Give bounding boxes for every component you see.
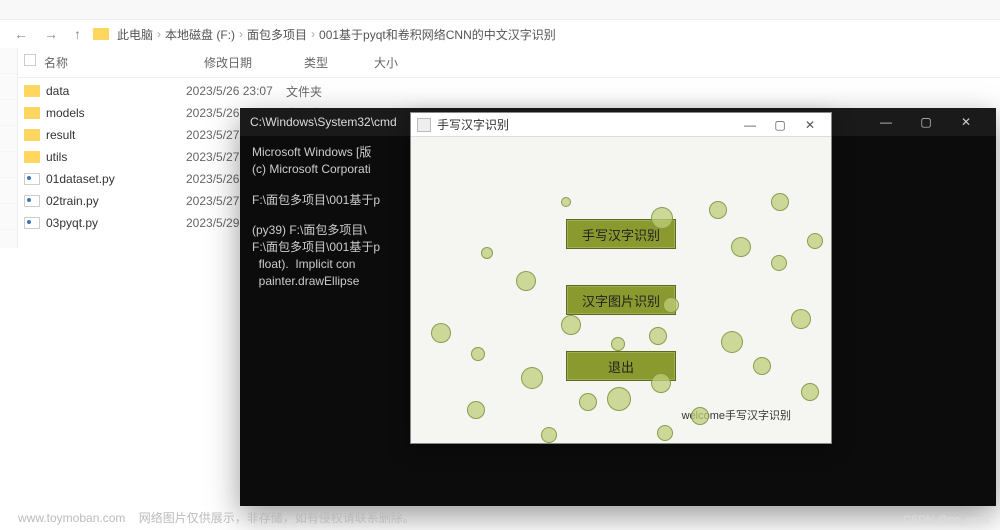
explorer-address-bar: ← → ↑ 此电脑› 本地磁盘 (F:)› 面包多项目› 001基于pyqt和卷… [0, 20, 1000, 48]
py-icon [24, 173, 40, 185]
ellipse-bubble [649, 327, 667, 345]
nav-back-icon[interactable]: ← [10, 26, 32, 42]
ellipse-bubble [791, 309, 811, 329]
page-footer: www.toymoban.com 网络图片仅供展示，非存储，如有侵权请联系删除。 [18, 509, 415, 526]
breadcrumb-item[interactable]: 001基于pyqt和卷积网络CNN的中文汉字识别 [319, 26, 556, 43]
breadcrumb[interactable]: 此电脑› 本地磁盘 (F:)› 面包多项目› 001基于pyqt和卷积网络CNN… [117, 26, 556, 43]
explorer-tabs-bar [0, 0, 1000, 20]
ellipse-bubble [579, 393, 597, 411]
maximize-button[interactable]: ▢ [765, 118, 795, 132]
breadcrumb-item[interactable]: 面包多项目 [247, 26, 307, 43]
terminal-title: C:\Windows\System32\cmd [250, 115, 397, 129]
folder-icon [24, 129, 40, 141]
file-name: 02train.py [46, 194, 186, 208]
table-row[interactable]: data 2023/5/26 23:07 文件夹 [24, 80, 976, 102]
file-name: models [46, 106, 186, 120]
ellipse-bubble [753, 357, 771, 375]
ellipse-bubble [541, 427, 557, 443]
ellipse-bubble [481, 247, 493, 259]
explorer-columns: 名称 修改日期 类型 大小 [0, 48, 1000, 78]
ellipse-bubble [771, 255, 787, 271]
py-icon [24, 195, 40, 207]
minimize-button[interactable]: — [866, 108, 906, 136]
ellipse-bubble [691, 407, 709, 425]
py-icon [24, 217, 40, 229]
minimize-button[interactable]: — [735, 118, 765, 132]
ellipse-bubble [807, 233, 823, 249]
folder-icon [24, 151, 40, 163]
nav-up-icon[interactable]: ↑ [70, 26, 85, 42]
ellipse-bubble [561, 197, 571, 207]
file-name: result [46, 128, 186, 142]
pyqt-dialog: 手写汉字识别 — ▢ ✕ 手写汉字识别 汉字图片识别 退出 welcome手写汉… [410, 112, 832, 444]
ellipse-bubble [651, 207, 673, 229]
ellipse-bubble [709, 201, 727, 219]
pyqt-title-text: 手写汉字识别 [437, 116, 509, 133]
ellipse-bubble [663, 297, 679, 313]
folder-icon [24, 85, 40, 97]
ellipse-bubble [611, 337, 625, 351]
ellipse-bubble [561, 315, 581, 335]
file-name: utils [46, 150, 186, 164]
pyqt-titlebar[interactable]: 手写汉字识别 — ▢ ✕ [411, 113, 831, 137]
ellipse-bubble [801, 383, 819, 401]
select-all-checkbox[interactable] [24, 54, 36, 66]
ellipse-bubble [467, 401, 485, 419]
ellipse-bubble [431, 323, 451, 343]
ellipse-bubble [521, 367, 543, 389]
column-name[interactable]: 名称 [44, 54, 204, 71]
ellipse-bubble [607, 387, 631, 411]
explorer-sidebar [0, 48, 18, 248]
ellipse-bubble [721, 331, 743, 353]
footer-host: www.toymoban.com [18, 511, 125, 525]
folder-icon [93, 28, 109, 40]
ellipse-bubble [651, 373, 671, 393]
folder-icon [24, 107, 40, 119]
breadcrumb-item[interactable]: 本地磁盘 (F:) [165, 26, 235, 43]
file-name: 01dataset.py [46, 172, 186, 186]
ellipse-bubble [471, 347, 485, 361]
app-icon [417, 118, 431, 132]
column-size[interactable]: 大小 [374, 54, 434, 71]
ellipse-bubble [516, 271, 536, 291]
breadcrumb-item[interactable]: 此电脑 [117, 26, 153, 43]
ellipse-bubble [657, 425, 673, 441]
close-button[interactable]: ✕ [795, 118, 825, 132]
maximize-button[interactable]: ▢ [906, 108, 946, 136]
file-type: 文件夹 [286, 83, 356, 100]
column-type[interactable]: 类型 [304, 54, 374, 71]
file-date: 2023/5/26 23:07 [186, 84, 286, 98]
credit-watermark: CSDN @no_work [903, 514, 990, 526]
close-button[interactable]: ✕ [946, 108, 986, 136]
nav-forward-icon[interactable]: → [40, 26, 62, 42]
image-recognize-button[interactable]: 汉字图片识别 [566, 285, 676, 315]
file-name: 03pyqt.py [46, 216, 186, 230]
ellipse-bubble [771, 193, 789, 211]
column-date[interactable]: 修改日期 [204, 54, 304, 71]
file-name: data [46, 84, 186, 98]
pyqt-body: 手写汉字识别 汉字图片识别 退出 welcome手写汉字识别 [411, 137, 831, 443]
ellipse-bubble [731, 237, 751, 257]
footer-note: 网络图片仅供展示，非存储，如有侵权请联系删除。 [139, 511, 415, 525]
